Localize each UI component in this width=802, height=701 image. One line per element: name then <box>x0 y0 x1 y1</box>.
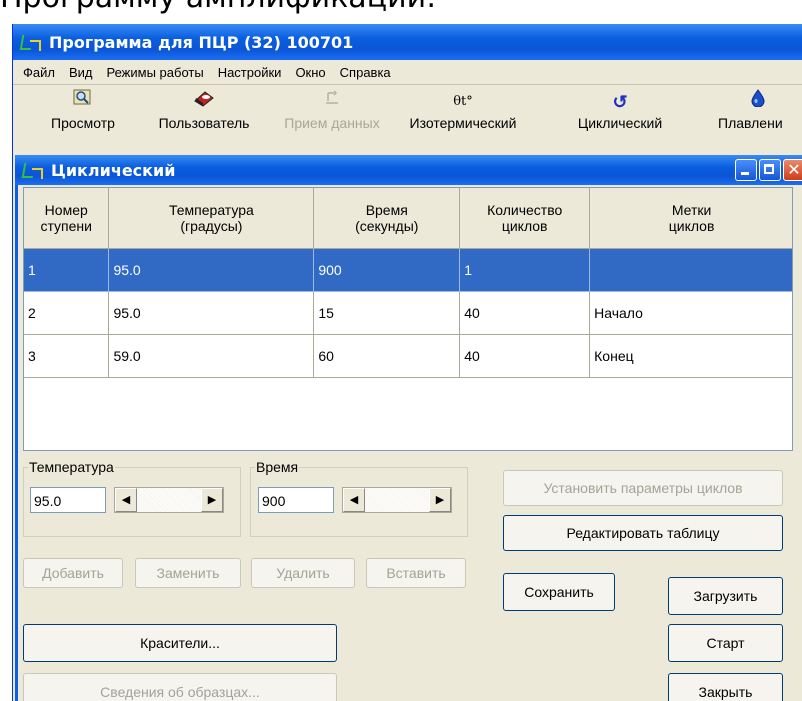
menu-help[interactable]: Справка <box>333 65 398 80</box>
replace-button[interactable]: Заменить <box>135 558 241 588</box>
menu-file[interactable]: Файл <box>13 65 62 80</box>
app-title-bar: Программа для ПЦР (32) 100701 <box>13 24 802 60</box>
cyclic-window-title: Циклический <box>51 160 176 180</box>
column-header-marks[interactable]: Метки циклов <box>589 188 792 249</box>
toolbar-data-receive-label: Прием данных <box>284 115 380 131</box>
cell-cycles[interactable]: 40 <box>459 334 591 378</box>
arrow-right-icon[interactable]: ▶ <box>201 488 223 512</box>
cell-step[interactable]: 3 <box>24 334 110 378</box>
window-controls: ✕ <box>735 159 802 181</box>
cell-step[interactable]: 1 <box>24 248 110 292</box>
close-glyph: ✕ <box>787 160 801 179</box>
thermometer-icon: θt° <box>453 94 473 109</box>
steps-table-container: Номер ступени Температура (градусы) Время(… <box>23 187 793 451</box>
edit-table-button[interactable]: Редактировать таблицу <box>503 515 783 551</box>
temperature-label: Температура <box>29 459 114 475</box>
insert-button[interactable]: Вставить <box>366 558 466 588</box>
melt-drop-icon <box>718 89 798 115</box>
delete-button[interactable]: Удалить <box>251 558 355 588</box>
toolbar-melt-label: Плавлени <box>718 115 783 131</box>
user-icon <box>139 89 269 115</box>
table-row[interactable]: 2 95.0 15 40 Начало <box>24 291 792 335</box>
time-input[interactable]: 900 <box>258 487 334 513</box>
toolbar-user-button[interactable]: Пользователь <box>139 85 269 147</box>
menu-modes[interactable]: Режимы работы <box>100 65 211 80</box>
cell-cycles[interactable]: 1 <box>459 248 591 292</box>
cell-temperature[interactable]: 95.0 <box>108 248 315 292</box>
table-header-row: Номер ступени Температура (градусы) Время(… <box>24 188 792 249</box>
document-heading: Программу амплификации: <box>0 0 436 15</box>
toolbar-isothermal-button[interactable]: θt° Изотермический <box>398 85 528 147</box>
temperature-input[interactable]: 95.0 <box>30 487 106 513</box>
add-button[interactable]: Добавить <box>23 558 123 588</box>
app-window: Программа для ПЦР (32) 100701 Файл Вид Р… <box>12 24 802 701</box>
cell-temperature[interactable]: 59.0 <box>108 334 315 378</box>
time-label: Время <box>256 459 299 475</box>
minimize-icon[interactable] <box>735 159 757 181</box>
sample-info-button[interactable]: Сведения об образцах... <box>23 673 337 701</box>
cell-temperature[interactable]: 95.0 <box>108 291 315 335</box>
steps-table: Номер ступени Температура (градусы) Время(… <box>24 188 792 378</box>
menu-window[interactable]: Окно <box>288 65 332 80</box>
close-icon[interactable]: ✕ <box>783 159 802 181</box>
toolbar-data-receive-button[interactable]: Прием данных <box>271 85 393 147</box>
column-header-step[interactable]: Номер ступени <box>24 188 110 249</box>
cyclic-window-title-bar: Циклический ✕ <box>15 155 802 185</box>
cycle-arrow-icon: ↺ <box>612 92 628 112</box>
close-button[interactable]: Закрыть <box>668 673 783 701</box>
cell-time[interactable]: 15 <box>313 291 461 335</box>
dyes-button[interactable]: Красители... <box>23 624 337 662</box>
toolbar-melt-button[interactable]: Плавлени <box>718 85 802 147</box>
save-button[interactable]: Сохранить <box>503 573 615 611</box>
toolbar-cyclic-label: Циклический <box>577 115 663 131</box>
cell-mark[interactable]: Конец <box>589 334 792 378</box>
toolbar-cyclic-button[interactable]: ↺ Циклический <box>565 85 675 147</box>
cell-cycles[interactable]: 40 <box>459 291 591 335</box>
window-logo-icon <box>23 161 45 179</box>
menu-bar: Файл Вид Режимы работы Настройки Окно Сп… <box>13 60 802 85</box>
menu-view[interactable]: Вид <box>62 65 100 80</box>
arrow-left-icon[interactable]: ◀ <box>343 488 365 512</box>
app-logo-icon <box>21 33 43 51</box>
cell-time[interactable]: 900 <box>313 248 461 292</box>
arrow-right-icon[interactable]: ▶ <box>429 488 451 512</box>
column-header-temperature[interactable]: Температура (градусы) <box>108 188 315 249</box>
cell-mark[interactable] <box>589 248 792 292</box>
toolbar-user-label: Пользователь <box>158 115 250 131</box>
column-header-cycles[interactable]: Количество циклов <box>459 188 591 249</box>
magnifier-icon <box>33 89 133 115</box>
arrow-left-icon[interactable]: ◀ <box>115 488 137 512</box>
cyclic-window: Циклический ✕ Номер ступени Температура (г… <box>15 155 802 701</box>
cell-time[interactable]: 60 <box>313 334 461 378</box>
table-row[interactable]: 3 59.0 60 40 Конец <box>24 334 792 378</box>
menu-settings[interactable]: Настройки <box>211 65 289 80</box>
temperature-scrollbar[interactable]: ◀ ▶ <box>114 487 224 513</box>
toolbar-view-button[interactable]: Просмотр <box>33 85 133 147</box>
table-row[interactable]: 1 95.0 900 1 <box>24 248 792 292</box>
cell-step[interactable]: 2 <box>24 291 110 335</box>
app-title: Программа для ПЦР (32) 100701 <box>49 32 354 52</box>
toolbar-view-label: Просмотр <box>51 115 115 131</box>
column-header-time[interactable]: Время (секунды) <box>313 188 461 249</box>
load-button[interactable]: Загрузить <box>668 577 783 615</box>
set-cycle-params-button[interactable]: Установить параметры циклов <box>503 470 783 506</box>
toolbar: Просмотр Пользователь Прием данных θt° И… <box>13 85 802 147</box>
start-button[interactable]: Старт <box>668 624 783 662</box>
maximize-icon[interactable] <box>759 159 781 181</box>
cell-mark[interactable]: Начало <box>589 291 792 335</box>
time-scrollbar[interactable]: ◀ ▶ <box>342 487 452 513</box>
toolbar-isothermal-label: Изотермический <box>409 115 517 131</box>
data-receive-icon <box>271 89 393 115</box>
